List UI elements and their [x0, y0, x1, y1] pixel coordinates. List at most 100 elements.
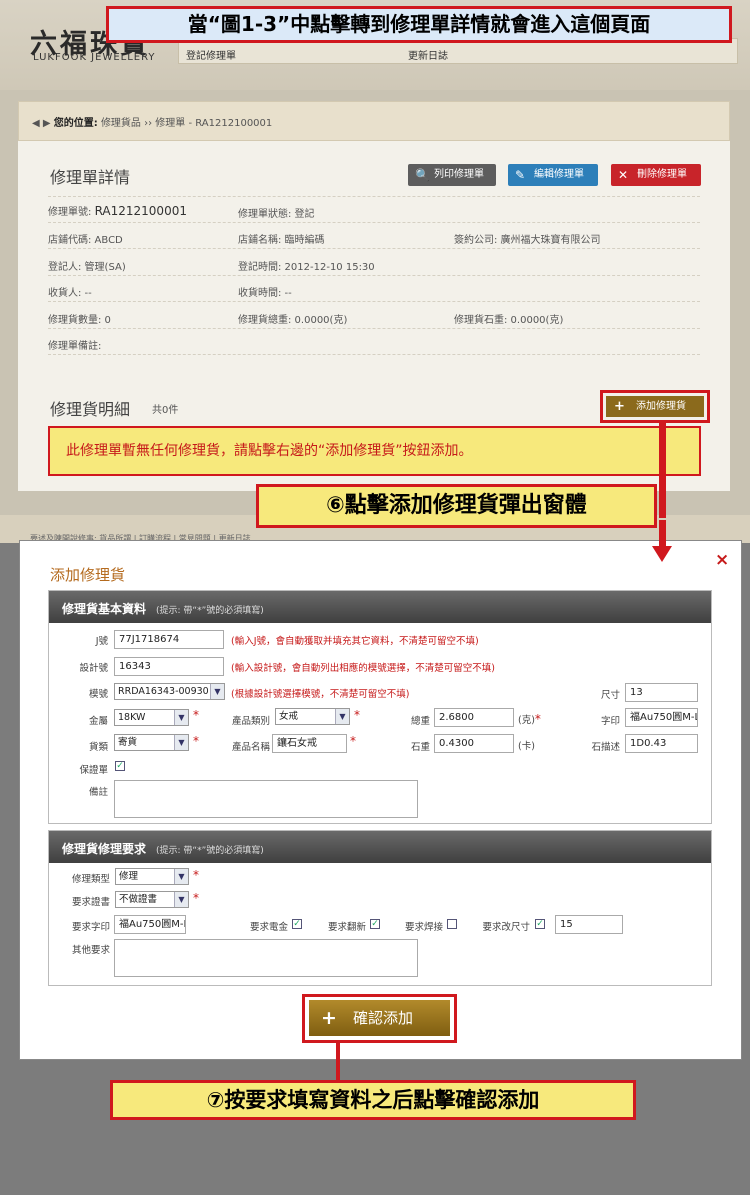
repair-type-label: 修理類型 — [71, 874, 110, 885]
delete-button[interactable]: ✕ 刪除修理單 — [611, 164, 701, 186]
warranty-label: 保證單 — [79, 765, 108, 776]
required-mark: * — [193, 891, 199, 905]
refurbish-label: 要求翻新 — [327, 922, 366, 933]
remark-label: 備註 — [88, 787, 108, 798]
contract-company: 簽約公司: 廣州福大珠寶有限公司 — [454, 235, 601, 246]
annotation-line — [336, 1042, 340, 1082]
order-no-value: RA1212100001 — [94, 204, 187, 218]
annotation-step7: ⑦按要求填寫資料之后點擊確認添加 — [110, 1080, 636, 1120]
print-button[interactable]: 🔍 列印修理單 — [408, 164, 496, 186]
stone-weight-unit: (卡) — [518, 741, 535, 752]
close-icon: ✕ — [618, 168, 629, 182]
warranty-checkbox[interactable]: ✓ — [115, 761, 125, 771]
remark-textarea[interactable] — [114, 780, 418, 818]
divider — [48, 222, 700, 223]
edit-button[interactable]: ✎ 編輯修理單 — [508, 164, 598, 186]
engrave-input[interactable]: 福Au750圓M-L — [625, 708, 698, 727]
design-input[interactable]: 16343 — [114, 657, 224, 676]
mold-select[interactable]: RRDA16343-00930 ▼ — [114, 683, 225, 700]
category-label: 產品類別 — [231, 716, 270, 727]
nav-changelog[interactable]: 更新日誌 — [408, 47, 448, 62]
cert-select[interactable]: 不做證書 ▼ — [115, 891, 189, 908]
repair-qty: 修理貨數量: 0 — [48, 315, 111, 326]
chevron-down-icon: ▼ — [335, 709, 349, 724]
weld-checkbox[interactable] — [447, 919, 457, 929]
add-repair-item-button[interactable]: + 添加修理貨 — [606, 396, 704, 417]
gross-weight-input[interactable]: 2.6800 — [434, 708, 514, 727]
required-mark: * — [193, 708, 199, 722]
register-time: 登記時間: 2012-12-10 15:30 — [238, 262, 375, 273]
stone-weight-label: 石重 — [410, 742, 430, 753]
shop-name: 店鋪名稱: 臨時編碼 — [238, 235, 325, 246]
chevron-down-icon: ▼ — [174, 710, 188, 725]
items-count: 共0件 — [152, 405, 179, 416]
mold-label: 模號 — [88, 689, 108, 700]
required-mark: * — [350, 734, 356, 748]
stone-desc-input[interactable]: 1D0.43 — [625, 734, 698, 753]
register-person: 登記人: 管理(SA) — [48, 262, 126, 273]
page-title: 修理單詳情 — [50, 168, 131, 187]
product-name-input[interactable]: 鑲石女戒 — [272, 734, 347, 753]
repair-stone-weight: 修理貨石重: 0.0000(克) — [454, 315, 564, 326]
divider — [48, 248, 700, 249]
gross-weight-unit: (克)* — [518, 712, 541, 726]
chevron-down-icon: ▼ — [174, 892, 188, 907]
breadcrumb-path[interactable]: 修理貨品 ›› 修理單 - RA1212100001 — [101, 118, 272, 129]
plus-icon: + — [321, 1007, 337, 1029]
goods-type-label: 貨類 — [88, 742, 108, 753]
repair-weight: 修理貨總重: 0.0000(克) — [238, 315, 348, 326]
chevron-down-icon: ▼ — [210, 684, 224, 699]
plating-checkbox[interactable]: ✓ — [292, 919, 302, 929]
back-arrow-icon[interactable]: ◀ ▶ — [32, 118, 51, 129]
required-mark: * — [354, 708, 360, 722]
other-req-label: 其他要求 — [71, 945, 110, 956]
search-icon: 🔍 — [415, 168, 430, 182]
required-mark: * — [193, 868, 199, 882]
j-tip: (輸入J號，會自動獲取并填充其它資料，不清楚可留空不填) — [231, 636, 479, 647]
close-icon[interactable]: × — [715, 550, 729, 570]
annotation-arrow — [659, 423, 666, 518]
chevron-down-icon: ▼ — [174, 735, 188, 750]
j-label: J號 — [95, 636, 108, 647]
weld-label: 要求焊接 — [404, 922, 443, 933]
breadcrumb-label: 您的位置: — [53, 118, 98, 129]
gross-weight-label: 總重 — [410, 716, 430, 727]
dialog-title: 添加修理貨 — [50, 566, 126, 584]
metal-label: 金屬 — [88, 716, 108, 727]
confirm-add-button[interactable]: + 確認添加 — [309, 1000, 450, 1036]
size-input[interactable]: 13 — [625, 683, 698, 702]
empty-message: 此修理單暫無任何修理貨，請點擊右邊的“添加修理貨”按鈕添加。 — [48, 426, 701, 476]
req-engrave-input[interactable]: 福Au750圓M-LF — [114, 915, 186, 934]
divider — [48, 328, 700, 329]
order-no: 修理單號: RA1212100001 — [48, 204, 187, 218]
resize-input[interactable]: 15 — [555, 915, 623, 934]
chevron-down-icon: ▼ — [174, 869, 188, 884]
metal-select[interactable]: 18KW ▼ — [114, 709, 189, 726]
divider — [48, 354, 700, 355]
design-label: 設計號 — [79, 663, 108, 674]
resize-checkbox[interactable]: ✓ — [535, 919, 545, 929]
shop-code: 店鋪代碼: ABCD — [48, 235, 123, 246]
repair-req-header: 修理貨修理要求 (提示: 帶“*”號的必須填寫) — [49, 831, 711, 863]
repair-type-select[interactable]: 修理 ▼ — [115, 868, 189, 885]
req-engrave-label: 要求字印 — [71, 922, 110, 933]
plus-icon: + — [614, 399, 625, 414]
items-title: 修理貨明細 — [50, 400, 131, 419]
product-name-label: 產品名稱 — [231, 742, 270, 753]
other-req-textarea[interactable] — [114, 939, 418, 977]
size-label: 尺寸 — [600, 690, 620, 701]
stone-desc-label: 石描述 — [591, 742, 620, 753]
mold-tip: (根據設計號選擇模號，不清楚可留空不填) — [231, 689, 410, 700]
logo-subtitle: LUKFOOK JEWELLERY — [33, 52, 156, 63]
stone-weight-input[interactable]: 0.4300 — [434, 734, 514, 753]
category-select[interactable]: 女戒 ▼ — [275, 708, 350, 725]
arrow-down-icon — [652, 546, 672, 562]
j-input[interactable]: 77J1718674 — [114, 630, 224, 649]
basic-info-header: 修理貨基本資料 (提示: 帶“*”號的必須填寫) — [49, 591, 711, 623]
annotation-step6: ⑥點擊添加修理貨彈出窗體 — [256, 484, 657, 528]
goods-type-select[interactable]: 寄貨 ▼ — [114, 734, 189, 751]
order-status: 修理單狀態: 登記 — [238, 209, 315, 220]
refurbish-checkbox[interactable]: ✓ — [370, 919, 380, 929]
receiver: 收貨人: -- — [48, 288, 92, 299]
nav-register-order[interactable]: 登記修理單 — [186, 47, 236, 62]
